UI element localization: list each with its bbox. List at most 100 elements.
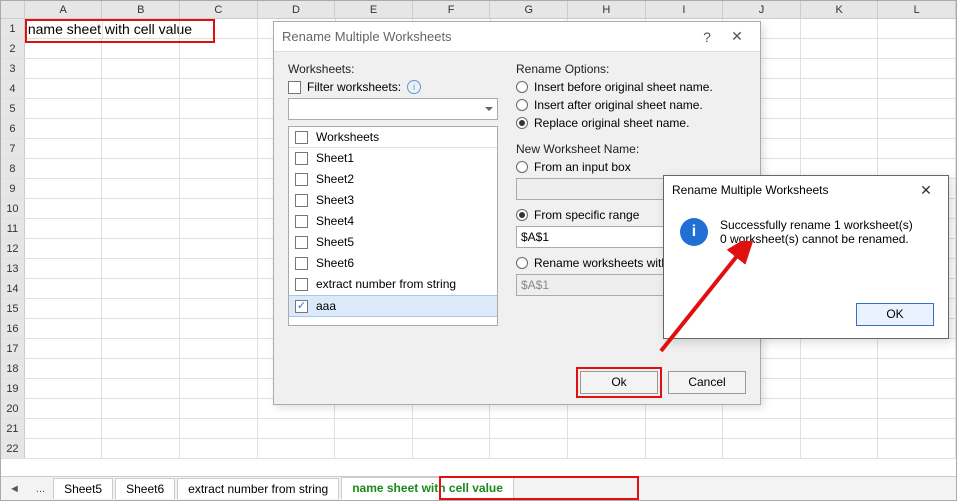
filter-dropdown[interactable] xyxy=(288,98,498,120)
row-header[interactable]: 7 xyxy=(1,139,25,158)
col-header[interactable]: B xyxy=(102,1,180,18)
col-header[interactable]: H xyxy=(568,1,646,18)
cell[interactable] xyxy=(25,199,103,218)
cell[interactable] xyxy=(25,299,103,318)
row-header[interactable]: 21 xyxy=(1,419,25,438)
sheet-tab[interactable]: Sheet5 xyxy=(53,478,113,499)
cell[interactable] xyxy=(878,339,956,358)
cell[interactable] xyxy=(25,359,103,378)
cell[interactable] xyxy=(180,439,258,458)
cell[interactable] xyxy=(646,419,724,438)
tab-nav-prev-icon[interactable]: ◄ xyxy=(1,483,28,495)
col-header[interactable]: J xyxy=(723,1,801,18)
col-header[interactable]: A xyxy=(25,1,103,18)
cell[interactable] xyxy=(102,179,180,198)
cell[interactable] xyxy=(878,139,956,158)
cell[interactable] xyxy=(25,179,103,198)
cell[interactable] xyxy=(180,59,258,78)
cell[interactable] xyxy=(25,339,103,358)
cell[interactable] xyxy=(102,339,180,358)
cell[interactable] xyxy=(25,399,103,418)
cell[interactable] xyxy=(102,119,180,138)
cell[interactable] xyxy=(25,439,103,458)
cell[interactable] xyxy=(102,379,180,398)
worksheet-list-item[interactable]: Sheet2 xyxy=(289,169,497,190)
cell[interactable] xyxy=(25,99,103,118)
dialog-titlebar[interactable]: Rename Multiple Worksheets ? ✕ xyxy=(274,22,760,52)
cell[interactable] xyxy=(103,19,181,38)
cell[interactable] xyxy=(801,19,879,38)
select-all-checkbox[interactable] xyxy=(295,131,308,144)
cell[interactable] xyxy=(25,159,103,178)
cell[interactable]: name sheet with cell value xyxy=(25,19,103,38)
checkbox[interactable] xyxy=(295,173,308,186)
worksheet-list-item[interactable]: Sheet6 xyxy=(289,253,497,274)
radio-insert-after[interactable]: Insert after original sheet name. xyxy=(516,98,746,112)
row-header[interactable]: 17 xyxy=(1,339,25,358)
cell[interactable] xyxy=(25,59,103,78)
cell[interactable] xyxy=(25,319,103,338)
row-header[interactable]: 19 xyxy=(1,379,25,398)
cell[interactable] xyxy=(180,79,258,98)
cell[interactable] xyxy=(335,419,413,438)
cell[interactable] xyxy=(878,19,956,38)
radio-replace[interactable]: Replace original sheet name. xyxy=(516,116,746,130)
cell[interactable] xyxy=(801,439,879,458)
cell[interactable] xyxy=(723,419,801,438)
cell[interactable] xyxy=(102,299,180,318)
radio-from-input[interactable]: From an input box xyxy=(516,160,746,174)
cell[interactable] xyxy=(878,79,956,98)
cell[interactable] xyxy=(801,359,879,378)
row-header[interactable]: 20 xyxy=(1,399,25,418)
cell[interactable] xyxy=(258,439,336,458)
cell[interactable] xyxy=(180,379,258,398)
worksheet-list-item[interactable]: aaa xyxy=(289,295,497,317)
row-header[interactable]: 5 xyxy=(1,99,25,118)
cell[interactable] xyxy=(258,419,336,438)
cell[interactable] xyxy=(102,59,180,78)
checkbox[interactable] xyxy=(295,152,308,165)
cell[interactable] xyxy=(102,39,180,58)
cell[interactable] xyxy=(878,39,956,58)
cell[interactable] xyxy=(180,359,258,378)
close-button[interactable]: ✕ xyxy=(912,182,940,199)
cell[interactable] xyxy=(102,399,180,418)
row-header[interactable]: 15 xyxy=(1,299,25,318)
cell[interactable] xyxy=(413,419,491,438)
cell[interactable] xyxy=(102,199,180,218)
cell[interactable] xyxy=(801,39,879,58)
close-button[interactable]: ✕ xyxy=(722,28,752,45)
cell[interactable] xyxy=(102,219,180,238)
cell[interactable] xyxy=(801,419,879,438)
cell[interactable] xyxy=(180,119,258,138)
cell[interactable] xyxy=(25,119,103,138)
col-header[interactable]: K xyxy=(801,1,879,18)
cell[interactable] xyxy=(413,439,491,458)
row-header[interactable]: 18 xyxy=(1,359,25,378)
cell[interactable] xyxy=(801,79,879,98)
row-header[interactable]: 4 xyxy=(1,79,25,98)
cell[interactable] xyxy=(568,439,646,458)
cell[interactable] xyxy=(878,399,956,418)
cell[interactable] xyxy=(25,39,103,58)
checkbox[interactable] xyxy=(295,194,308,207)
cancel-button[interactable]: Cancel xyxy=(668,371,746,394)
cell[interactable] xyxy=(801,119,879,138)
cell[interactable] xyxy=(25,419,103,438)
cell[interactable] xyxy=(878,419,956,438)
col-header[interactable]: C xyxy=(180,1,258,18)
cell[interactable] xyxy=(801,339,879,358)
cell[interactable] xyxy=(25,219,103,238)
col-header[interactable]: E xyxy=(335,1,413,18)
cell[interactable] xyxy=(180,399,258,418)
cell[interactable] xyxy=(180,419,258,438)
cell[interactable] xyxy=(180,159,258,178)
row-header[interactable]: 11 xyxy=(1,219,25,238)
cell[interactable] xyxy=(878,119,956,138)
checkbox[interactable] xyxy=(295,278,308,291)
cell[interactable] xyxy=(801,139,879,158)
cell[interactable] xyxy=(102,279,180,298)
worksheet-list-item[interactable]: extract number from string xyxy=(289,274,497,295)
row-header[interactable]: 8 xyxy=(1,159,25,178)
cell[interactable] xyxy=(25,79,103,98)
